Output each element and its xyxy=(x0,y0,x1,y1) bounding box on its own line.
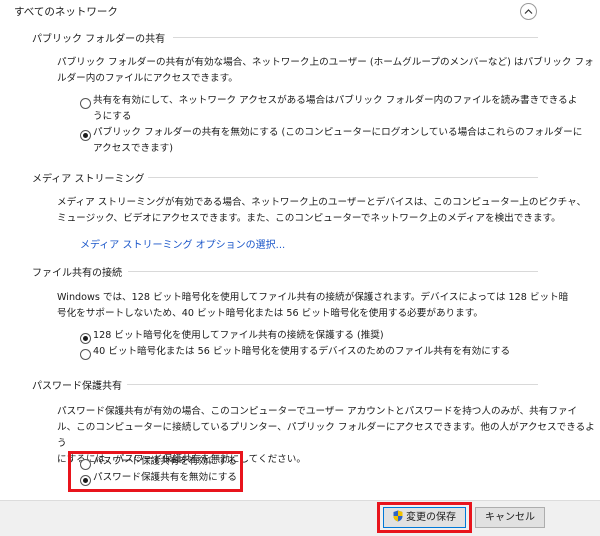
media-streaming-options-link[interactable]: メディア ストリーミング オプションの選択... xyxy=(80,236,285,251)
public-folder-on-label[interactable]: 共有を有効にして、ネットワーク アクセスがある場合はパブリック フォルダー内のフ… xyxy=(93,93,593,125)
section-title-public-folder-sharing: パブリック フォルダーの共有 xyxy=(32,34,166,45)
cancel-button[interactable]: キャンセル xyxy=(475,507,545,528)
network-profile-title: すべてのネットワーク xyxy=(14,6,118,18)
encryption-40-56-radio[interactable] xyxy=(80,349,91,360)
section-divider xyxy=(173,37,538,38)
file-sharing-description: Windows では、128 ビット暗号化を使用してファイル共有の接続が保護され… xyxy=(57,292,569,319)
password-sharing-on-radio[interactable] xyxy=(80,459,91,470)
chevron-up-icon xyxy=(524,9,533,14)
public-folder-description: パブリック フォルダーの共有が有効な場合、ネットワーク上のユーザー (ホームグル… xyxy=(57,57,594,84)
password-sharing-off-radio[interactable] xyxy=(80,475,91,486)
save-changes-label: 変更の保存 xyxy=(406,512,456,523)
password-sharing-on-label[interactable]: パスワード保護共有を有効にする xyxy=(93,454,237,470)
section-title-media-streaming: メディア ストリーミング xyxy=(32,174,145,185)
uac-shield-icon xyxy=(393,510,403,522)
encryption-128-label[interactable]: 128 ビット暗号化を使用してファイル共有の接続を保護する (推奨) xyxy=(93,328,384,344)
public-folder-off-label[interactable]: パブリック フォルダーの共有を無効にする (このコンピューターにログオンしている… xyxy=(93,125,593,157)
collapse-button[interactable] xyxy=(520,3,537,20)
section-divider xyxy=(127,384,538,385)
save-changes-button[interactable]: 変更の保存 xyxy=(383,507,466,528)
media-streaming-description: メディア ストリーミングが有効である場合、ネットワーク上のユーザーとデバイスは、… xyxy=(57,197,587,224)
section-divider xyxy=(128,271,538,272)
encryption-128-radio[interactable] xyxy=(80,333,91,344)
section-title-password-protected-sharing: パスワード保護共有 xyxy=(32,381,122,392)
public-folder-off-radio[interactable] xyxy=(80,130,91,141)
encryption-40-56-label[interactable]: 40 ビット暗号化または 56 ビット暗号化を使用するデバイスのためのファイル共… xyxy=(93,344,510,360)
section-title-file-sharing-connections: ファイル共有の接続 xyxy=(32,268,122,279)
section-divider xyxy=(148,177,538,178)
public-folder-on-radio[interactable] xyxy=(80,98,91,109)
password-sharing-off-label[interactable]: パスワード保護共有を無効にする xyxy=(93,470,237,486)
